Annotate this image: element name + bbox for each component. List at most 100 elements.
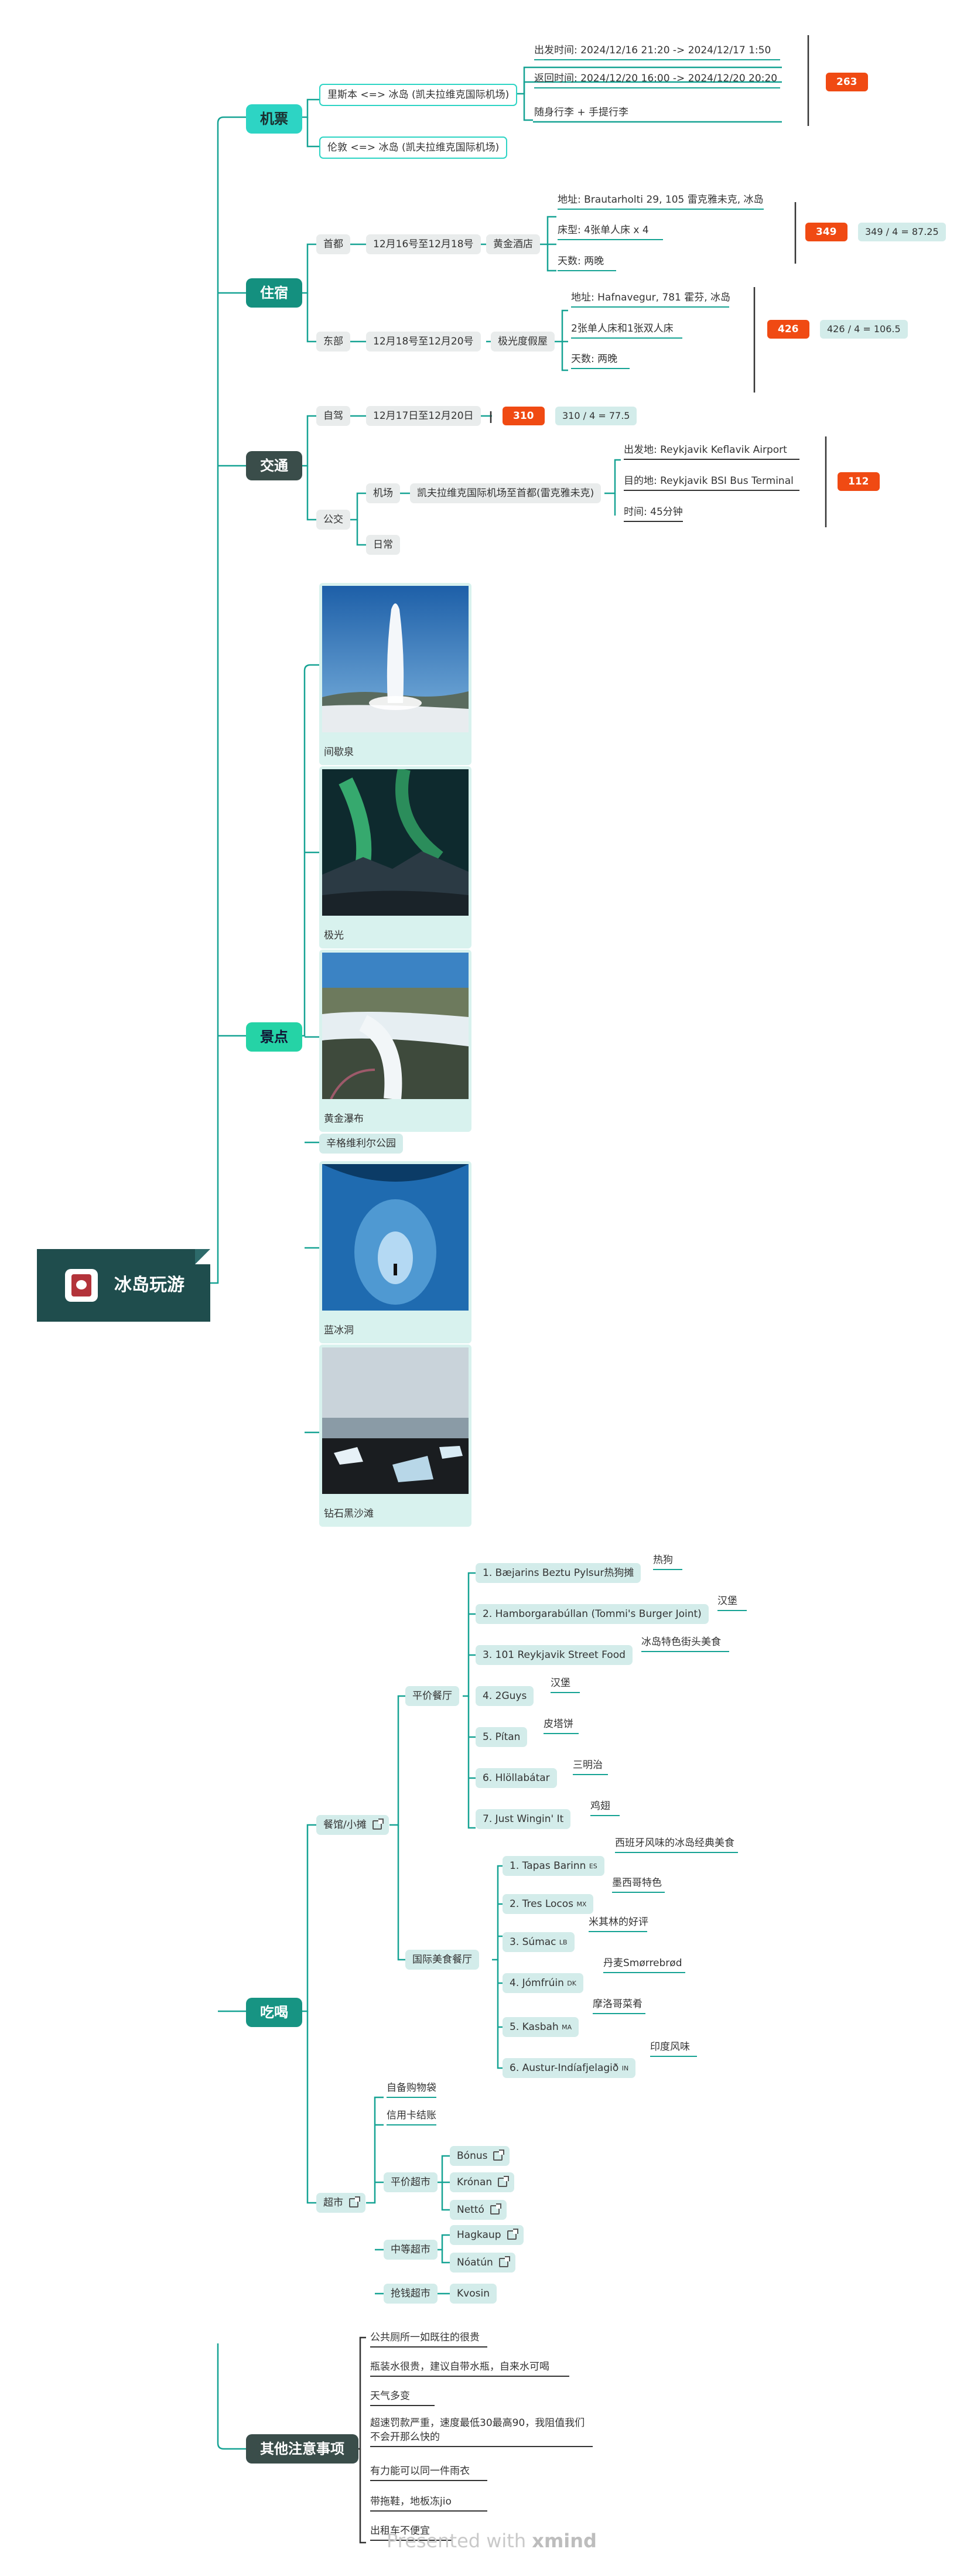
stay-east-hotel[interactable]: 极光度假屋 bbox=[491, 332, 555, 352]
sight-card-ice-cave[interactable]: 蓝冰洞 bbox=[319, 1161, 471, 1343]
flag-label: DK bbox=[567, 1979, 576, 1987]
cheap-item[interactable]: 7. Just Wingin' It bbox=[476, 1809, 571, 1829]
cheap-note: 汉堡 bbox=[717, 1596, 747, 1611]
stay-capital-hotel[interactable]: 黄金酒店 bbox=[486, 234, 540, 254]
root-topic[interactable]: 冰岛玩游 bbox=[37, 1249, 210, 1322]
cheap-item[interactable]: 2. Hamborgarabúllan (Tommi's Burger Join… bbox=[476, 1604, 709, 1624]
market-item-name: Nettó bbox=[457, 2203, 484, 2216]
cheap-item[interactable]: 4. 2Guys bbox=[476, 1686, 534, 1706]
transport-airport[interactable]: 机场 bbox=[366, 483, 400, 503]
note-item: 天气多变 bbox=[370, 2391, 435, 2406]
note-item: 瓶装水很贵，建议自带水瓶，自来水可喝 bbox=[370, 2362, 569, 2377]
flag-label: MA bbox=[562, 2023, 572, 2031]
sight-card-waterfall[interactable]: 黄金瀑布 bbox=[319, 950, 471, 1132]
intl-note: 丹麦Smørrebrød bbox=[603, 1959, 685, 1973]
waterfall-photo bbox=[322, 953, 469, 1100]
flight-luggage: 随身行李 + 手提行李 bbox=[534, 108, 629, 122]
external-link-icon[interactable] bbox=[498, 2176, 510, 2187]
intl-item[interactable]: 6. Austur-Indíafjelagið IN bbox=[503, 2058, 636, 2078]
food-stalls-label: 餐馆/小摊 bbox=[323, 1818, 367, 1831]
sight-caption: 蓝冰洞 bbox=[324, 1325, 354, 1336]
market-item-name: Krónan bbox=[457, 2176, 493, 2188]
cheap-note: 冰岛特色街头美食 bbox=[641, 1637, 729, 1652]
intl-item[interactable]: 2. Tres Locos MX bbox=[503, 1894, 594, 1914]
branch-food[interactable]: 吃喝 bbox=[246, 1998, 302, 2027]
market-item[interactable]: Bónus bbox=[450, 2146, 510, 2166]
stay-east-dates[interactable]: 12月18号至12月20号 bbox=[366, 332, 481, 352]
intl-item[interactable]: 1. Tapas Barinn ES bbox=[503, 1856, 604, 1876]
sight-card-aurora[interactable]: 极光 bbox=[319, 766, 471, 948]
transport-self-dates[interactable]: 12月17日至12月20日 bbox=[366, 406, 481, 426]
intl-note: 米其林的好评 bbox=[589, 1918, 648, 1932]
flag-label: LB bbox=[559, 1938, 568, 1946]
cheap-item[interactable]: 6. Hlöllabátar bbox=[476, 1768, 557, 1788]
sight-card-geyser[interactable]: 间歇泉 bbox=[319, 583, 471, 765]
transport-airport-route[interactable]: 凯夫拉维克国际机场至首都(雷克雅未克) bbox=[410, 483, 602, 503]
intl-item-name: 2. Tres Locos bbox=[510, 1898, 574, 1910]
sight-caption: 钻石黑沙滩 bbox=[324, 1508, 374, 1520]
branch-flight[interactable]: 机票 bbox=[246, 104, 302, 134]
transport-bus[interactable]: 公交 bbox=[316, 510, 350, 530]
external-link-icon[interactable] bbox=[372, 1818, 384, 1830]
cheap-note: 三明治 bbox=[573, 1760, 608, 1775]
stay-east[interactable]: 东部 bbox=[316, 332, 350, 352]
flight-route-lisbon[interactable]: 里斯本 <=> 冰岛 (凯夫拉维克国际机场) bbox=[319, 84, 518, 106]
note-item: 不会开那么快的 bbox=[370, 2432, 593, 2447]
flag-label: IN bbox=[621, 2064, 629, 2072]
cheap-item[interactable]: 5. Pítan bbox=[476, 1727, 528, 1747]
market-item[interactable]: Hagkaup bbox=[450, 2225, 524, 2245]
external-link-icon[interactable] bbox=[498, 2256, 510, 2267]
cheap-note: 汉堡 bbox=[551, 1678, 580, 1693]
stay-capital-days: 天数: 两晚 bbox=[558, 257, 616, 271]
cheap-note: 热狗 bbox=[653, 1555, 682, 1570]
stay-capital-bed: 床型: 4张单人床 x 4 bbox=[558, 226, 663, 240]
stay-east-bed: 2张单人床和1张双人床 bbox=[571, 324, 682, 339]
food-intl-restaurants[interactable]: 国际美食餐厅 bbox=[405, 1950, 479, 1970]
intl-item[interactable]: 3. Súmac LB bbox=[503, 1932, 575, 1952]
branch-transport[interactable]: 交通 bbox=[246, 451, 302, 480]
external-link-icon[interactable] bbox=[493, 2149, 505, 2161]
external-link-icon[interactable] bbox=[490, 2203, 501, 2215]
stay-east-days: 天数: 两晚 bbox=[571, 354, 630, 369]
flight-route-london[interactable]: 伦敦 <=> 冰岛 (凯夫拉维克国际机场) bbox=[319, 137, 508, 159]
root-title: 冰岛玩游 bbox=[114, 1275, 184, 1295]
flight-depart: 出发时间: 2024/12/16 21:20 -> 2024/12/17 1:5… bbox=[534, 46, 780, 60]
stay-capital[interactable]: 首都 bbox=[316, 234, 350, 254]
market-item[interactable]: Nettó bbox=[450, 2200, 507, 2220]
stay-capital-address: 地址: Brautarholti 29, 105 雷克雅未克, 冰岛 bbox=[558, 195, 764, 210]
market-item[interactable]: Kvosin bbox=[450, 2284, 497, 2304]
market-item[interactable]: Krónan bbox=[450, 2172, 515, 2192]
branch-stay[interactable]: 住宿 bbox=[246, 278, 302, 308]
transport-time: 时间: 45分钟 bbox=[624, 507, 683, 522]
market-mid[interactable]: 中等超市 bbox=[384, 2240, 438, 2260]
sight-caption: 极光 bbox=[324, 930, 344, 941]
transport-daily[interactable]: 日常 bbox=[366, 535, 400, 555]
branch-notes[interactable]: 其他注意事项 bbox=[246, 2434, 358, 2464]
food-market[interactable]: 超市 bbox=[316, 2193, 365, 2213]
cheap-item[interactable]: 1. Bæjarins Beztu Pylsur热狗摊 bbox=[476, 1563, 641, 1583]
external-link-icon[interactable] bbox=[507, 2229, 518, 2240]
intl-item[interactable]: 5. Kasbah MA bbox=[503, 2017, 579, 2037]
note-item: 超速罚款严重，速度最低30最高90，我阻值我们 bbox=[370, 2417, 585, 2429]
sight-thingvellir[interactable]: 辛格维利尔公园 bbox=[319, 1134, 403, 1154]
food-stalls[interactable]: 餐馆/小摊 bbox=[316, 1815, 389, 1835]
intl-item[interactable]: 4. Jómfrúin DK bbox=[503, 1973, 583, 1993]
food-cheap-restaurants[interactable]: 平价餐厅 bbox=[405, 1686, 459, 1706]
flight-cost-tag: 263 bbox=[826, 73, 868, 91]
branch-sights[interactable]: 景点 bbox=[246, 1022, 302, 1052]
footer-prefix: Presented with bbox=[387, 2530, 532, 2552]
transport-self-drive[interactable]: 自驾 bbox=[316, 406, 350, 426]
stay-capital-dates[interactable]: 12月16号至12月18号 bbox=[366, 234, 481, 254]
geyser-photo bbox=[322, 586, 469, 732]
intl-item-name: 3. Súmac bbox=[510, 1936, 556, 1948]
intl-note: 墨西哥特色 bbox=[612, 1878, 665, 1893]
external-link-icon[interactable] bbox=[349, 2196, 360, 2207]
cheap-item[interactable]: 3. 101 Reykjavik Street Food bbox=[476, 1645, 633, 1665]
transport-self-equation: 310 / 4 = 77.5 bbox=[555, 407, 637, 425]
market-rich[interactable]: 抢钱超市 bbox=[384, 2284, 438, 2304]
stay-capital-cost-tag: 349 bbox=[805, 223, 847, 241]
market-cheap[interactable]: 平价超市 bbox=[384, 2172, 438, 2192]
sight-card-black-beach[interactable]: 钻石黑沙滩 bbox=[319, 1345, 471, 1527]
market-item[interactable]: Nóatún bbox=[450, 2253, 515, 2273]
cheap-note: 皮塔饼 bbox=[544, 1719, 579, 1734]
